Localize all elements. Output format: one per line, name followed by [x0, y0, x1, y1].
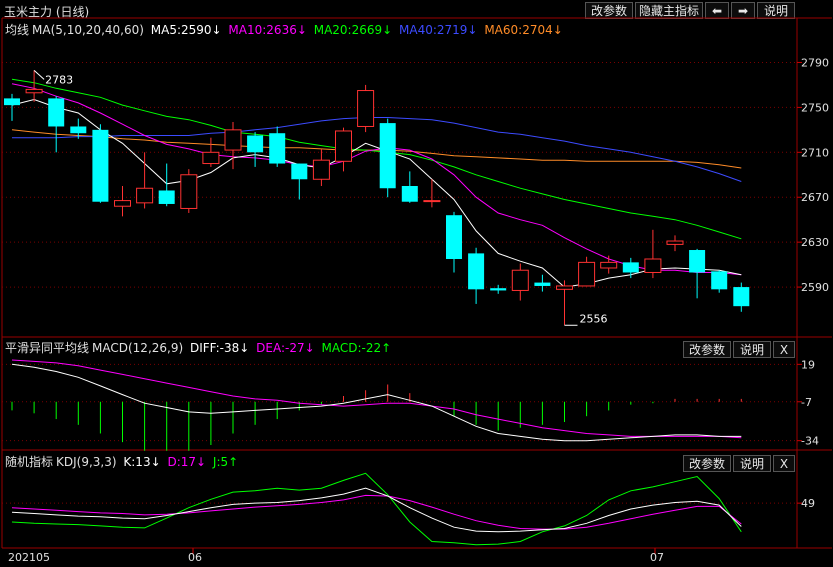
dea-line [11, 359, 742, 439]
candle-body [4, 98, 20, 106]
candle-body [224, 129, 242, 151]
candle-body [70, 126, 87, 134]
candlestick-chart[interactable]: 2790 2750 2710 2670 2630 2590 2783 2556 19 -7 -34 4… [0, 0, 833, 567]
candle-body [666, 240, 684, 245]
candle-body [556, 285, 573, 290]
candle-body [622, 262, 639, 273]
candle-body [48, 98, 65, 127]
candle-body [578, 261, 596, 287]
candle-body [446, 215, 462, 259]
candle-body [644, 258, 662, 273]
price-tick-label: 2590 [801, 281, 829, 294]
candle-body [689, 250, 706, 273]
candle-body [114, 200, 131, 207]
candle-body [600, 261, 618, 269]
date-label: 07 [650, 551, 664, 564]
candle-body [158, 190, 175, 204]
price-tick-label: 2670 [801, 191, 829, 204]
candle-body [357, 90, 375, 127]
price-tick-label: 2750 [801, 101, 829, 114]
candle-body [511, 269, 529, 291]
candle-body [312, 159, 330, 180]
date-label: 06 [188, 551, 202, 564]
macd-tick-label: -34 [801, 435, 819, 448]
price-tick-label: 2710 [801, 146, 829, 159]
date-label: 202105 [8, 551, 50, 564]
candle-body [247, 135, 264, 153]
candle-body [534, 282, 551, 286]
candle-body [423, 200, 441, 203]
high-annotation-pointer [33, 69, 45, 80]
candle-body [92, 129, 109, 202]
kdj-tick-label: 49 [801, 497, 815, 510]
candle-body [291, 163, 308, 180]
candle-body [490, 288, 507, 291]
candle-body [468, 253, 485, 290]
kdj-d-line [11, 494, 742, 530]
candle-body [733, 287, 750, 307]
diff-line [11, 363, 742, 442]
low-annotation-label: 2556 [580, 312, 608, 325]
candle-body [136, 187, 154, 204]
candle-body [401, 186, 418, 202]
macd-tick-label: 19 [801, 358, 815, 371]
candle-body [711, 271, 728, 290]
ma5-line [11, 98, 742, 288]
high-annotation-label: 2783 [45, 73, 73, 86]
candle-body [379, 123, 396, 189]
macd-tick-label: -7 [801, 396, 812, 409]
candle-body [335, 130, 352, 162]
price-tick-label: 2630 [801, 236, 829, 249]
ma10-line [11, 83, 742, 276]
candle-body [25, 88, 43, 94]
candle-body [202, 151, 220, 165]
kdj-k-line [11, 487, 742, 533]
price-tick-label: 2790 [801, 56, 829, 69]
candle-body [269, 133, 286, 164]
ma20-line [11, 78, 742, 240]
candle-body [180, 174, 198, 209]
